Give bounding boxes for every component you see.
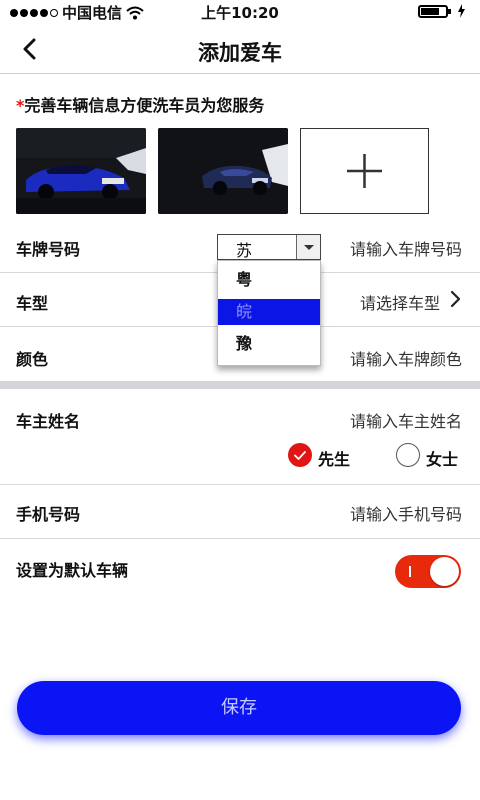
charging-icon bbox=[458, 4, 465, 18]
gender-radio-ms[interactable] bbox=[396, 443, 420, 467]
plus-icon bbox=[347, 154, 382, 188]
status-time: 上午10:20 bbox=[201, 4, 279, 22]
default-vehicle-toggle[interactable] bbox=[395, 555, 461, 588]
province-selected: 苏 bbox=[236, 241, 253, 260]
car-photo-image bbox=[158, 128, 288, 214]
form-hint-text: 完善车辆信息方便洗车员为您服务 bbox=[24, 96, 265, 115]
province-option[interactable]: 豫 bbox=[218, 331, 320, 357]
add-photo-button[interactable] bbox=[300, 128, 429, 214]
province-option-highlighted[interactable]: 皖 bbox=[218, 299, 320, 325]
check-icon bbox=[294, 451, 306, 460]
owner-label: 车主姓名 bbox=[16, 412, 81, 431]
default-vehicle-label: 设置为默认车辆 bbox=[16, 561, 129, 580]
phone-row: 手机号码 请输入手机号码 bbox=[0, 501, 480, 537]
divider bbox=[0, 484, 480, 485]
plate-label: 车牌号码 bbox=[16, 240, 81, 259]
save-button[interactable]: 保存 bbox=[17, 681, 461, 735]
owner-row: 车主姓名 请输入车主姓名 bbox=[0, 408, 480, 444]
form-hint: *完善车辆信息方便洗车员为您服务 bbox=[16, 92, 264, 116]
dropdown-arrow-button[interactable] bbox=[296, 235, 320, 259]
status-bar: 中国电信 上午10:20 bbox=[0, 0, 480, 24]
phone-input[interactable]: 请输入手机号码 bbox=[350, 501, 462, 525]
car-photo-1[interactable] bbox=[16, 128, 146, 214]
divider bbox=[0, 538, 480, 539]
color-input[interactable]: 请输入车牌颜色 bbox=[350, 346, 462, 370]
province-select[interactable]: 苏 bbox=[217, 234, 321, 260]
plate-input[interactable]: 请输入车牌号码 bbox=[350, 236, 462, 260]
gender-label-mr[interactable]: 先生 bbox=[318, 446, 350, 470]
model-label: 车型 bbox=[16, 294, 49, 313]
chevron-right-icon[interactable] bbox=[450, 290, 462, 308]
car-photo-2[interactable] bbox=[158, 128, 288, 214]
province-option[interactable]: 粤 bbox=[218, 267, 320, 293]
owner-input[interactable]: 请输入车主姓名 bbox=[350, 408, 462, 432]
gender-label-ms[interactable]: 女士 bbox=[426, 446, 458, 470]
gender-radio-mr[interactable] bbox=[288, 443, 312, 467]
triangle-down-icon bbox=[304, 245, 314, 250]
section-separator bbox=[0, 381, 480, 389]
phone-label: 手机号码 bbox=[16, 505, 81, 524]
color-label: 颜色 bbox=[16, 350, 49, 369]
toggle-knob bbox=[430, 557, 459, 586]
model-select[interactable]: 请选择车型 bbox=[360, 290, 440, 314]
toggle-on-indicator bbox=[409, 566, 411, 577]
nav-bar: 添加爱车 bbox=[0, 26, 480, 74]
car-photo-image bbox=[16, 128, 146, 214]
battery-icon bbox=[418, 4, 451, 18]
page-title: 添加爱车 bbox=[198, 41, 282, 65]
status-right bbox=[418, 4, 466, 18]
province-dropdown: 粤 皖 豫 bbox=[217, 260, 321, 366]
